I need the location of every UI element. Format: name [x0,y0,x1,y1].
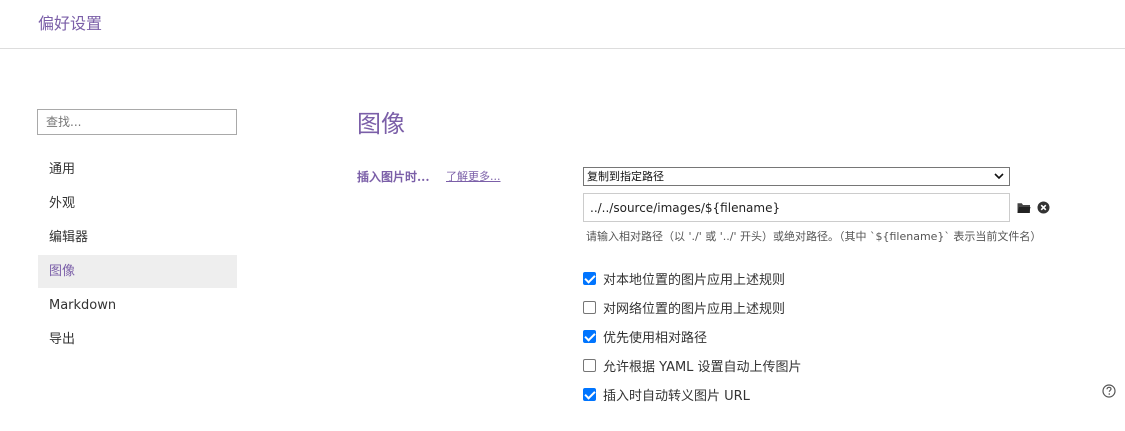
folder-icon[interactable] [1017,202,1031,214]
checkbox[interactable] [583,330,596,343]
chevron-down-icon [994,173,1004,180]
search-input[interactable] [37,109,237,135]
select-value: 复制到指定路径 [587,170,664,183]
option-network-images[interactable]: 对网络位置的图片应用上述规则 [583,293,802,322]
option-label: 对网络位置的图片应用上述规则 [603,302,786,317]
checkbox[interactable] [583,272,596,285]
sidebar-item-export[interactable]: 导出 [38,323,237,356]
path-hint: 请输入相对路径（以 './' 或 '../' 开头）或绝对路径。（其中 `${f… [586,230,1042,243]
help-icon[interactable] [1102,384,1116,398]
sidebar-item-appearance[interactable]: 外观 [38,187,237,220]
sidebar-nav: 通用 外观 编辑器 图像 Markdown 导出 [38,153,237,357]
section-title: 图像 [357,110,405,138]
clear-icon[interactable] [1037,201,1050,214]
insert-image-label: 插入图片时... [357,170,430,184]
sidebar-item-editor[interactable]: 编辑器 [38,221,237,254]
option-label: 优先使用相对路径 [603,331,708,346]
option-label: 插入时自动转义图片 URL [603,389,750,404]
option-local-images[interactable]: 对本地位置的图片应用上述规则 [583,264,802,293]
sidebar-item-general[interactable]: 通用 [38,153,237,186]
checkbox[interactable] [583,388,596,401]
image-path-input[interactable] [583,193,1010,222]
option-yaml-auto-upload[interactable]: 允许根据 YAML 设置自动上传图片 [583,351,802,380]
option-prefer-relative-path[interactable]: 优先使用相对路径 [583,322,802,351]
option-escape-url[interactable]: 插入时自动转义图片 URL [583,380,802,409]
checkbox[interactable] [583,359,596,372]
options-list: 对本地位置的图片应用上述规则 对网络位置的图片应用上述规则 优先使用相对路径 允… [583,264,802,409]
insert-image-action-select[interactable]: 复制到指定路径 [583,167,1010,186]
checkbox[interactable] [583,301,596,314]
sidebar-item-markdown[interactable]: Markdown [38,289,237,322]
option-label: 允许根据 YAML 设置自动上传图片 [603,360,802,375]
title-bar: 偏好设置 [0,0,1125,49]
option-label: 对本地位置的图片应用上述规则 [603,273,786,288]
learn-more-link[interactable]: 了解更多... [446,168,501,184]
sidebar-item-image[interactable]: 图像 [38,255,237,288]
window-title: 偏好设置 [38,14,103,33]
